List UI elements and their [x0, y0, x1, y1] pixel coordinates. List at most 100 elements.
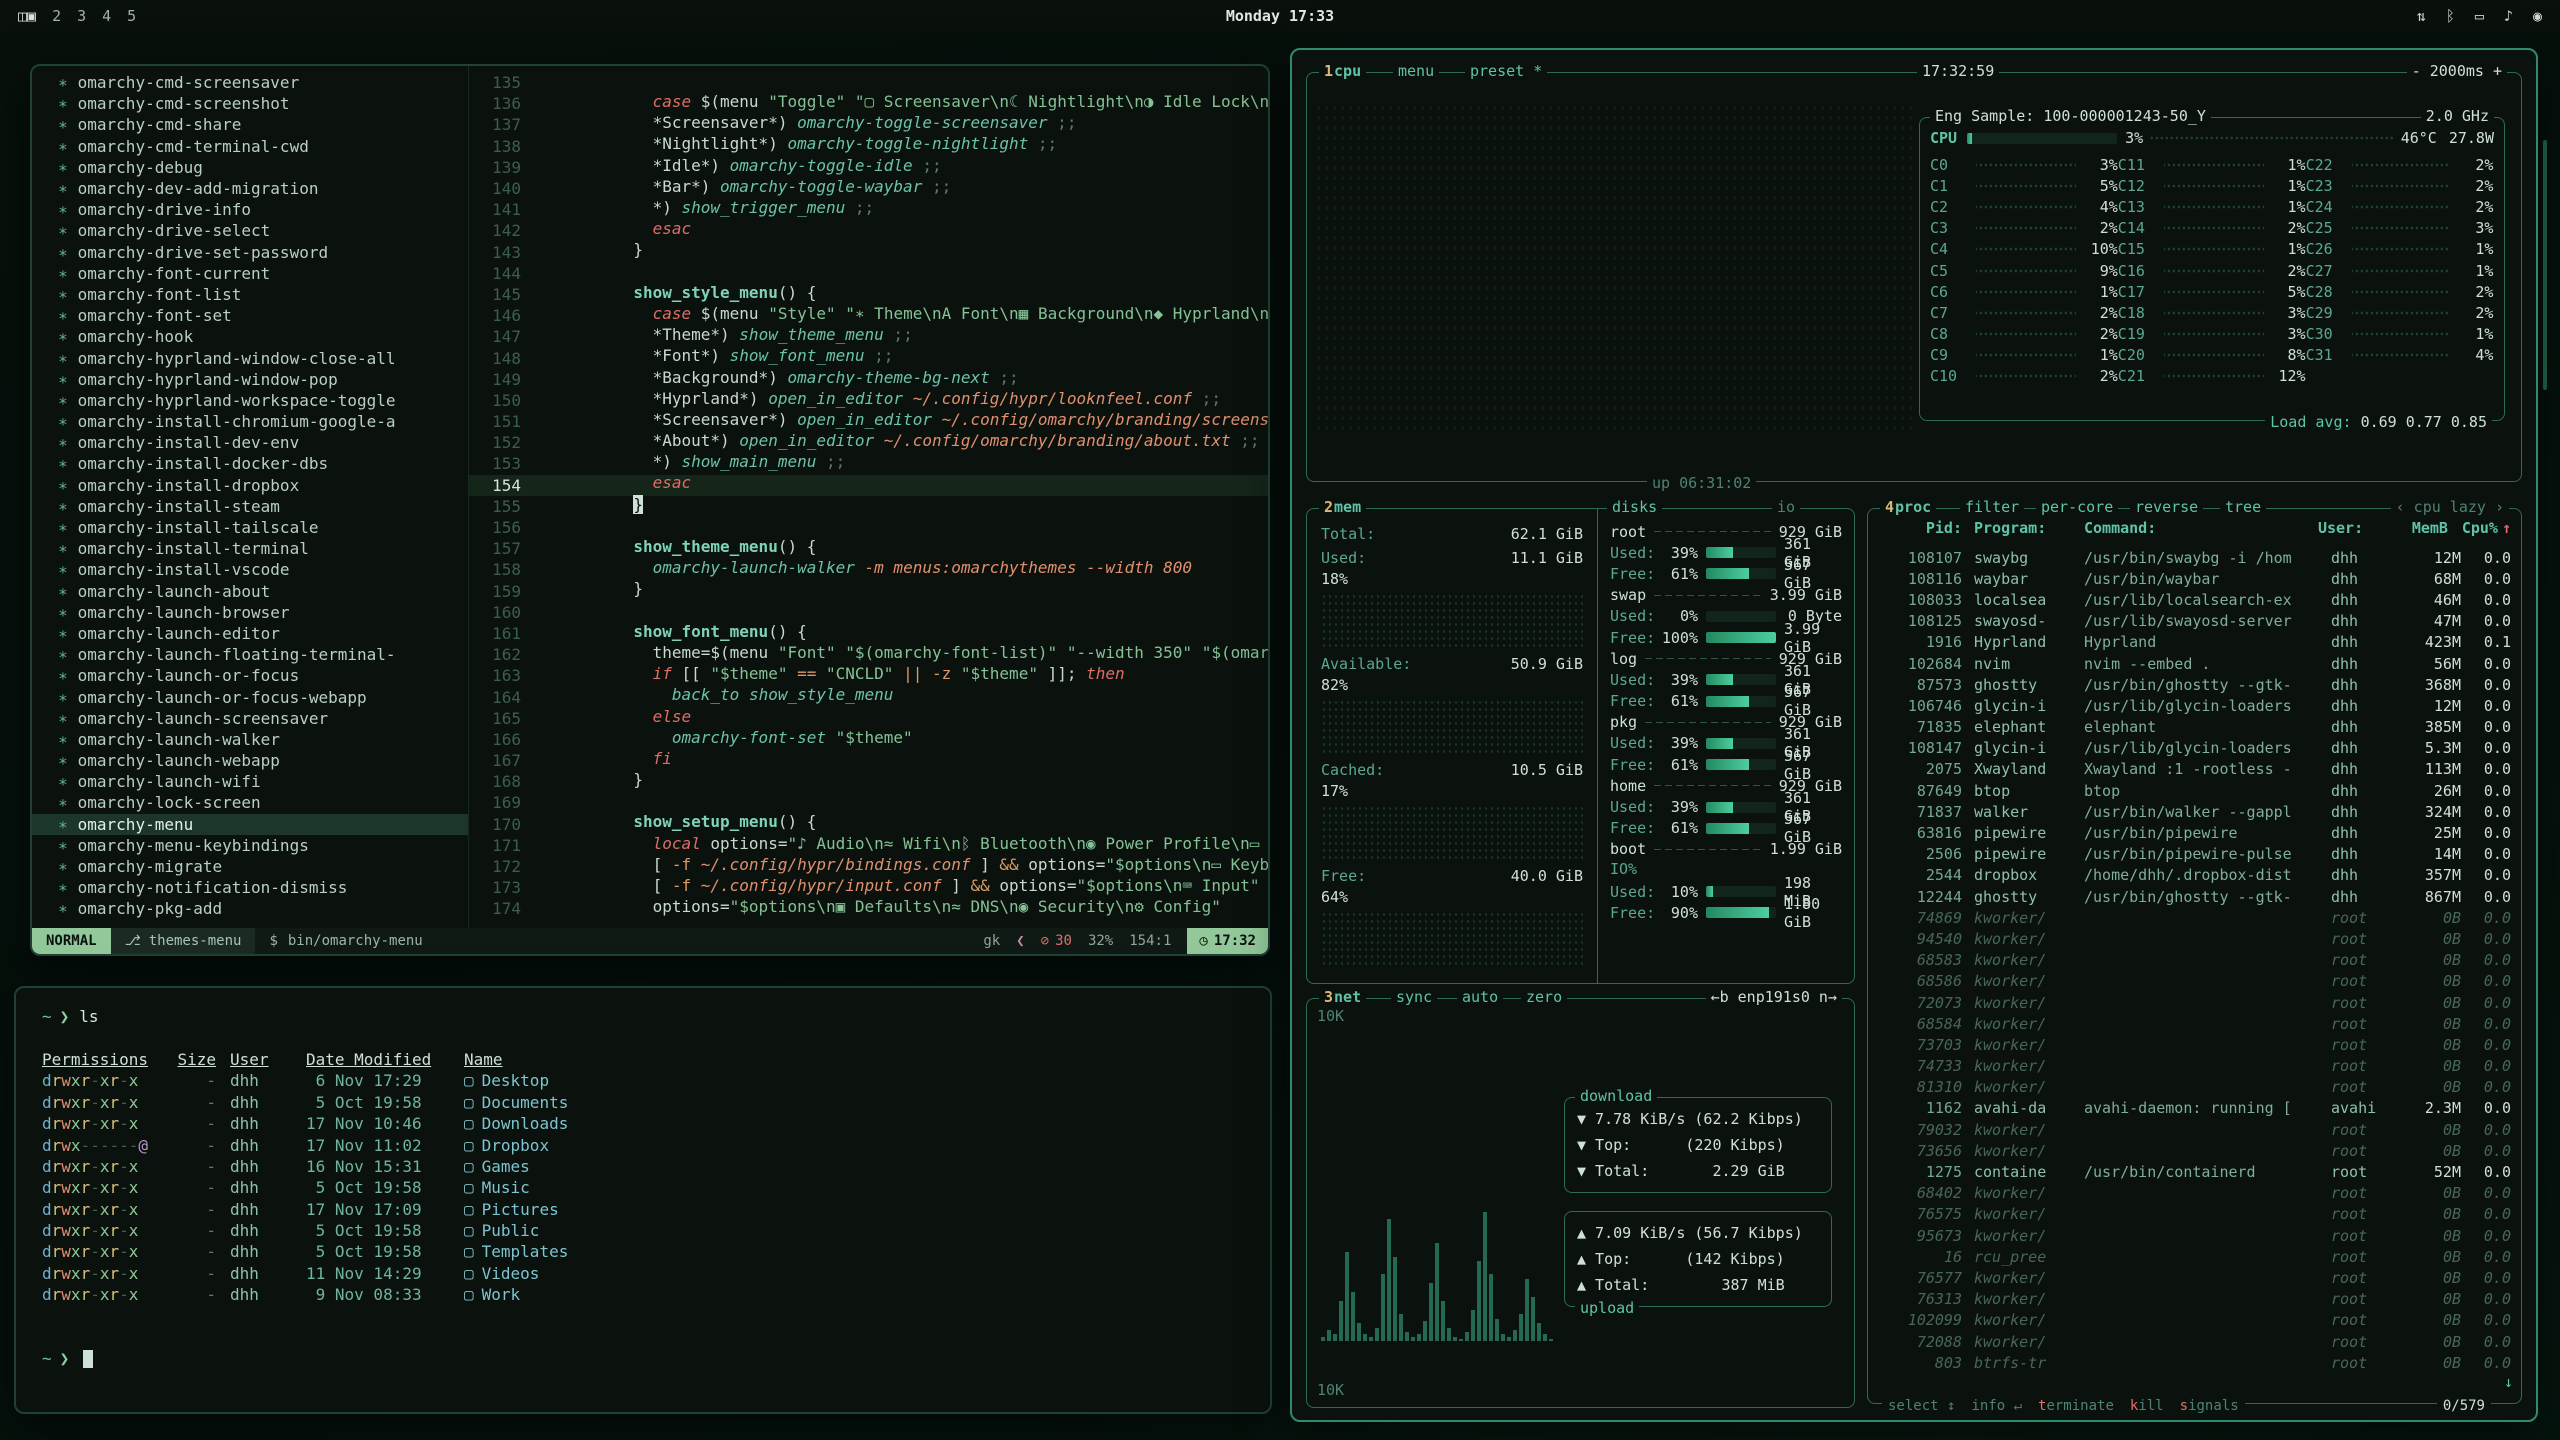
file-item[interactable]: ∗ omarchy-cmd-share [32, 114, 468, 135]
process-row[interactable]: 1916 Hyprland Hyprland dhh 423M 0.1 [1868, 632, 2521, 653]
file-item[interactable]: ∗ omarchy-menu [32, 814, 468, 835]
file-item[interactable]: ∗ omarchy-install-steam [32, 496, 468, 517]
process-row[interactable]: 95673 kworker/ root 0B 0.0 [1868, 1225, 2521, 1246]
process-row[interactable]: 74733 kworker/ root 0B 0.0 [1868, 1056, 2521, 1077]
preset-button[interactable]: preset * [1465, 62, 1547, 80]
sort-arrow-icon[interactable]: ↑ [2502, 519, 2511, 537]
terminal-window[interactable]: ~ ❯ ls Permissions Size User Date Modifi… [14, 986, 1272, 1414]
file-item[interactable]: ∗ omarchy-hyprland-window-pop [32, 369, 468, 390]
file-item[interactable]: ∗ omarchy-cmd-terminal-cwd [32, 136, 468, 157]
process-row[interactable]: 72088 kworker/ root 0B 0.0 [1868, 1331, 2521, 1352]
update-interval[interactable]: - 2000ms + [2407, 62, 2507, 80]
terminate-button[interactable]: terminate [2038, 1398, 2114, 1414]
workspace-button[interactable]: 5 [127, 7, 136, 25]
process-row[interactable]: 68584 kworker/ root 0B 0.0 [1868, 1013, 2521, 1034]
dir-entry[interactable]: ▢ Music [464, 1178, 530, 1197]
file-item[interactable]: ∗ omarchy-launch-wifi [32, 771, 468, 792]
file-item[interactable]: ∗ omarchy-launch-floating-terminal- [32, 644, 468, 665]
file-item[interactable]: ∗ omarchy-launch-screensaver [32, 708, 468, 729]
zero-button[interactable]: zero [1521, 988, 1567, 1006]
process-row[interactable]: 1162 avahi-da avahi-daemon: running [ av… [1868, 1098, 2521, 1119]
file-item[interactable]: ∗ omarchy-launch-about [32, 581, 468, 602]
process-row[interactable]: 108033 localsea /usr/lib/localsearch-ex … [1868, 589, 2521, 610]
dir-entry[interactable]: ▢ Public [464, 1221, 539, 1240]
file-item[interactable]: ∗ omarchy-install-dropbox [32, 475, 468, 496]
process-row[interactable]: 102684 nvim nvim --embed . dhh 56M 0.0 [1868, 653, 2521, 674]
process-row[interactable]: 16 rcu_pree root 0B 0.0 [1868, 1246, 2521, 1267]
file-item[interactable]: ∗ omarchy-launch-or-focus-webapp [32, 686, 468, 707]
btop-window[interactable]: 1cpu menu preset * 17:32:59 - 2000ms + E… [1290, 48, 2538, 1422]
col-pid[interactable]: Pid: [1878, 519, 1962, 537]
workspace-button[interactable]: 2 [52, 7, 61, 25]
interface-selector[interactable]: ←b enp191s0 n→ [1706, 988, 1842, 1006]
workspace-overview-icon[interactable]: ◫ [18, 7, 27, 25]
col-program[interactable]: Program: [1974, 519, 2078, 537]
process-row[interactable]: 87573 ghostty /usr/bin/ghostty --gtk- dh… [1868, 674, 2521, 695]
reverse-button[interactable]: reverse [2130, 498, 2203, 516]
code-editor[interactable]: 135 case $(menu "Toggle" "▢ Screensaver\… [469, 66, 1268, 928]
file-item[interactable]: ∗ omarchy-lock-screen [32, 792, 468, 813]
sort-column-selector[interactable]: ‹ cpu lazy › [2391, 498, 2509, 516]
file-item[interactable]: ∗ omarchy-font-list [32, 284, 468, 305]
process-row[interactable]: 803 btrfs-tr root 0B 0.0 [1868, 1352, 2521, 1373]
bluetooth-icon[interactable]: ᛒ [2446, 7, 2455, 25]
kill-button[interactable]: kill [2130, 1398, 2164, 1414]
process-row[interactable]: 68586 kworker/ root 0B 0.0 [1868, 971, 2521, 992]
file-item[interactable]: ∗ omarchy-launch-webapp [32, 750, 468, 771]
process-row[interactable]: 2544 dropbox /home/dhh/.dropbox-dist dhh… [1868, 865, 2521, 886]
process-row[interactable]: 108125 swayosd- /usr/lib/swayosd-server … [1868, 611, 2521, 632]
file-item[interactable]: ∗ omarchy-launch-editor [32, 623, 468, 644]
file-item[interactable]: ∗ omarchy-drive-select [32, 220, 468, 241]
per-core-button[interactable]: per-core [2036, 498, 2118, 516]
col-user[interactable]: User: [2318, 519, 2382, 537]
volume-icon[interactable]: ♪ [2504, 7, 2513, 25]
process-row[interactable]: 2506 pipewire /usr/bin/pipewire-pulse dh… [1868, 844, 2521, 865]
sync-button[interactable]: sync [1391, 988, 1437, 1006]
file-item[interactable]: ∗ omarchy-hyprland-workspace-toggle [32, 390, 468, 411]
file-item[interactable]: ∗ omarchy-cmd-screensaver [32, 72, 468, 93]
workspace-button[interactable]: 4 [102, 7, 111, 25]
process-row[interactable]: 74869 kworker/ root 0B 0.0 [1868, 907, 2521, 928]
menu-button[interactable]: menu [1393, 62, 1439, 80]
process-row[interactable]: 76313 kworker/ root 0B 0.0 [1868, 1289, 2521, 1310]
process-row[interactable]: 71837 walker /usr/bin/walker --gappl dhh… [1868, 801, 2521, 822]
dir-entry[interactable]: ▢ Documents [464, 1093, 568, 1112]
file-item[interactable]: ∗ omarchy-dev-add-migration [32, 178, 468, 199]
process-row[interactable]: 94540 kworker/ root 0B 0.0 [1868, 928, 2521, 949]
col-command[interactable]: Command: [2084, 519, 2318, 537]
file-item[interactable]: ∗ omarchy-launch-walker [32, 729, 468, 750]
process-row[interactable]: 2075 Xwayland Xwayland :1 -rootless - dh… [1868, 759, 2521, 780]
file-item[interactable]: ∗ omarchy-install-vscode [32, 559, 468, 580]
process-row[interactable]: 68402 kworker/ root 0B 0.0 [1868, 1183, 2521, 1204]
active-workspace-icon[interactable]: ▣ [27, 7, 36, 25]
dir-entry[interactable]: ▢ Videos [464, 1264, 539, 1283]
process-row[interactable]: 102099 kworker/ root 0B 0.0 [1868, 1310, 2521, 1331]
process-row[interactable]: 71835 elephant elephant dhh 385M 0.0 [1868, 717, 2521, 738]
process-row[interactable]: 73703 kworker/ root 0B 0.0 [1868, 1034, 2521, 1055]
file-item[interactable]: ∗ omarchy-pkg-add [32, 898, 468, 919]
signals-button[interactable]: signals [2180, 1398, 2239, 1414]
process-row[interactable]: 81310 kworker/ root 0B 0.0 [1868, 1077, 2521, 1098]
file-item[interactable]: ∗ omarchy-install-docker-dbs [32, 453, 468, 474]
file-item[interactable]: ∗ omarchy-install-chromium-google-a [32, 411, 468, 432]
file-item[interactable]: ∗ omarchy-launch-browser [32, 602, 468, 623]
file-item[interactable]: ∗ omarchy-hyprland-window-close-all [32, 347, 468, 368]
dir-entry[interactable]: ▢ Downloads [464, 1114, 568, 1133]
prompt-line[interactable]: ~ ❯ [42, 1348, 1270, 1369]
col-mem[interactable]: MemB [2382, 519, 2448, 537]
file-item[interactable]: ∗ omarchy-drive-set-password [32, 242, 468, 263]
scroll-down-icon[interactable]: ↓ [2504, 1373, 2513, 1391]
file-item[interactable]: ∗ omarchy-notification-dismiss [32, 877, 468, 898]
file-item[interactable]: ∗ omarchy-debug [32, 157, 468, 178]
process-row[interactable]: 63816 pipewire /usr/bin/pipewire dhh 25M… [1868, 822, 2521, 843]
file-item[interactable]: ∗ omarchy-install-tailscale [32, 517, 468, 538]
dir-entry[interactable]: ▢ Templates [464, 1242, 568, 1261]
process-row[interactable]: 76577 kworker/ root 0B 0.0 [1868, 1267, 2521, 1288]
process-row[interactable]: 12244 ghostty /usr/bin/ghostty --gtk- dh… [1868, 886, 2521, 907]
process-row[interactable]: 79032 kworker/ root 0B 0.0 [1868, 1119, 2521, 1140]
tree-button[interactable]: tree [2220, 498, 2266, 516]
power-icon[interactable]: ◉ [2533, 7, 2542, 25]
file-item[interactable]: ∗ omarchy-migrate [32, 856, 468, 877]
process-row[interactable]: 108107 swaybg /usr/bin/swaybg -i /hom dh… [1868, 547, 2521, 568]
dir-entry[interactable]: ▢ Pictures [464, 1200, 559, 1219]
